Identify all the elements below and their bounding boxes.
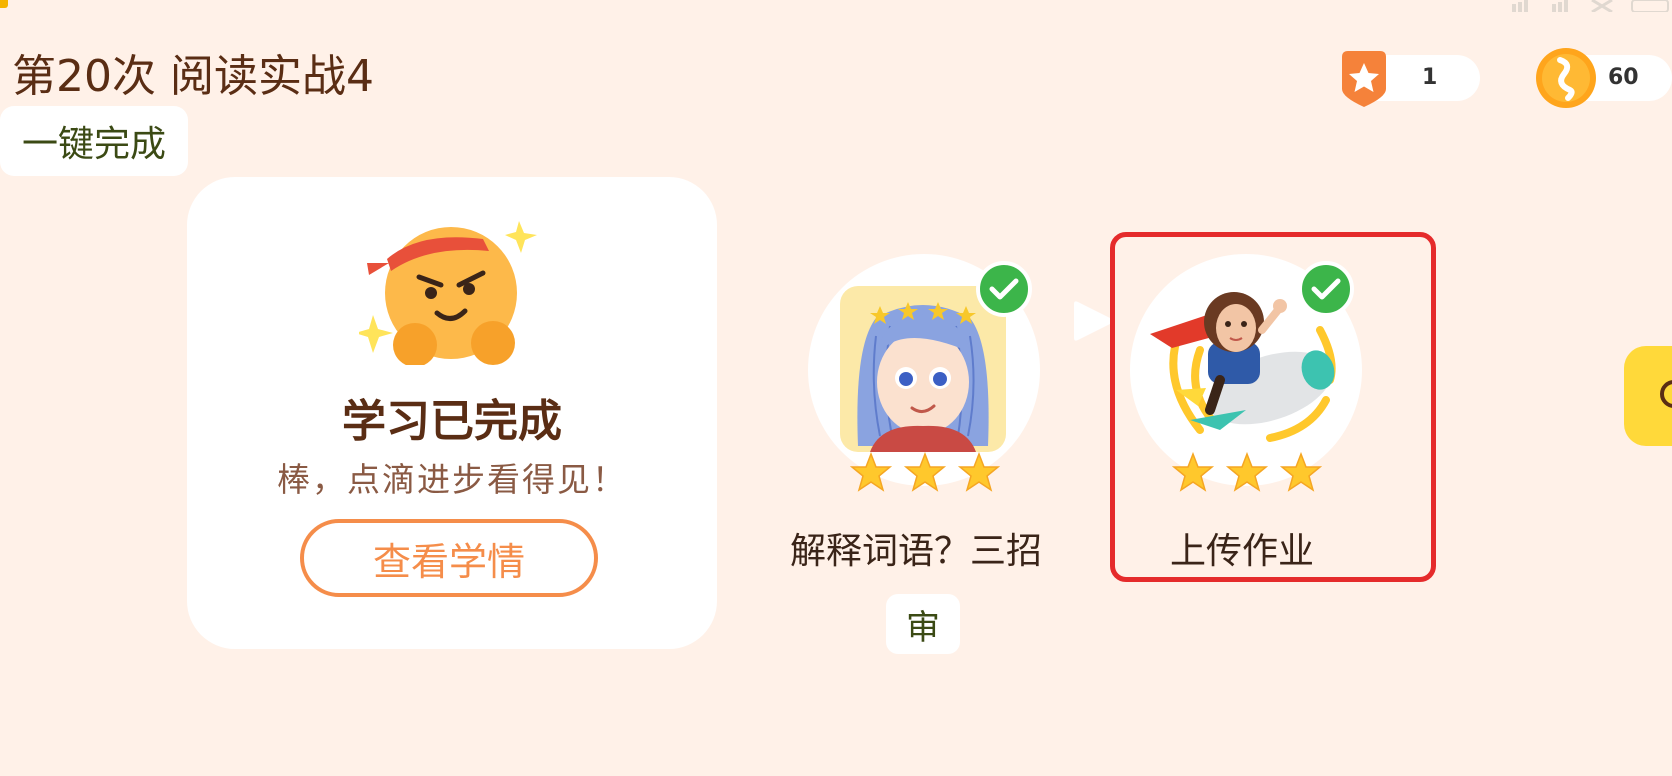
star-badge-icon (1342, 51, 1386, 107)
completed-check-icon (976, 261, 1032, 317)
status-signals-icon (1512, 0, 1669, 12)
star-count: 1 (1422, 65, 1438, 90)
completion-title: 学习已完成 (342, 396, 562, 447)
mascot-icon (359, 221, 537, 365)
step-label: 解释词语？三招 (790, 531, 1043, 572)
app-indicator-icon (0, 0, 8, 8)
lesson-title: 第20次 阅读实战4 (12, 51, 374, 102)
next-step-arrow-icon (1074, 301, 1112, 341)
side-tab-button[interactable] (1624, 346, 1672, 446)
coin-icon (1536, 48, 1596, 108)
view-study-report-button[interactable]: 查看学情 (300, 519, 598, 597)
completion-subtitle: 棒，点滴进步看得见！ (277, 460, 627, 499)
one-click-complete-button[interactable]: 一键完成 (0, 106, 188, 176)
three-stars-icon (850, 452, 1000, 492)
highlight-frame (1110, 232, 1436, 582)
audit-chip[interactable]: 审 (886, 594, 960, 654)
search-icon (1660, 380, 1672, 408)
status-bar (0, 0, 1672, 12)
girl-avatar-icon (840, 286, 1006, 452)
coin-count: 60 (1608, 65, 1639, 90)
completion-card: 学习已完成 棒，点滴进步看得见！ 查看学情 (187, 177, 717, 649)
